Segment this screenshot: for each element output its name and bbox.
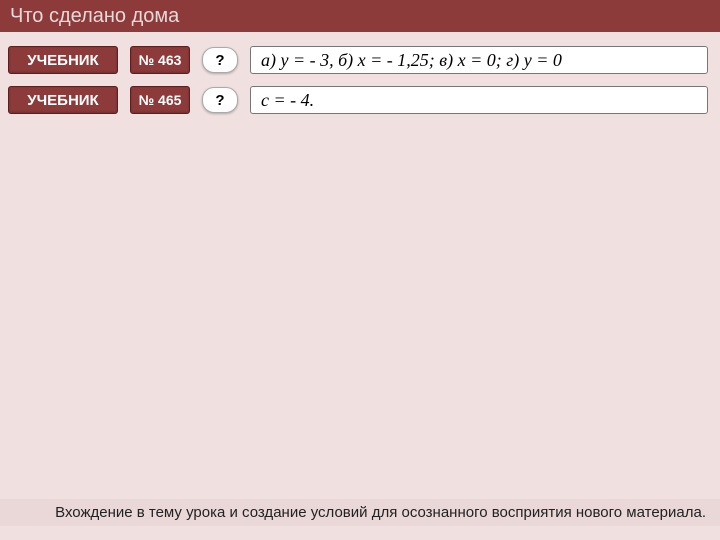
exercise-number-badge: № 463 xyxy=(130,46,190,74)
answer-box: с = - 4. xyxy=(250,86,708,114)
footer-note: Вхождение в тему урока и создание услови… xyxy=(0,499,720,526)
textbook-badge: УЧЕБНИК xyxy=(8,46,118,74)
exercise-number-badge: № 465 xyxy=(130,86,190,114)
exercise-row: УЧЕБНИК № 465 ? с = - 4. xyxy=(8,86,712,114)
question-button[interactable]: ? xyxy=(202,87,238,113)
slide-title: Что сделано дома xyxy=(10,5,179,28)
question-button[interactable]: ? xyxy=(202,47,238,73)
footer-text: Вхождение в тему урока и создание услови… xyxy=(55,504,706,521)
content-area: УЧЕБНИК № 463 ? а) у = - 3, б) х = - 1,2… xyxy=(0,32,720,114)
textbook-badge: УЧЕБНИК xyxy=(8,86,118,114)
answer-box: а) у = - 3, б) х = - 1,25; в) х = 0; г) … xyxy=(250,46,708,74)
slide-header: Что сделано дома xyxy=(0,0,720,32)
exercise-row: УЧЕБНИК № 463 ? а) у = - 3, б) х = - 1,2… xyxy=(8,46,712,74)
